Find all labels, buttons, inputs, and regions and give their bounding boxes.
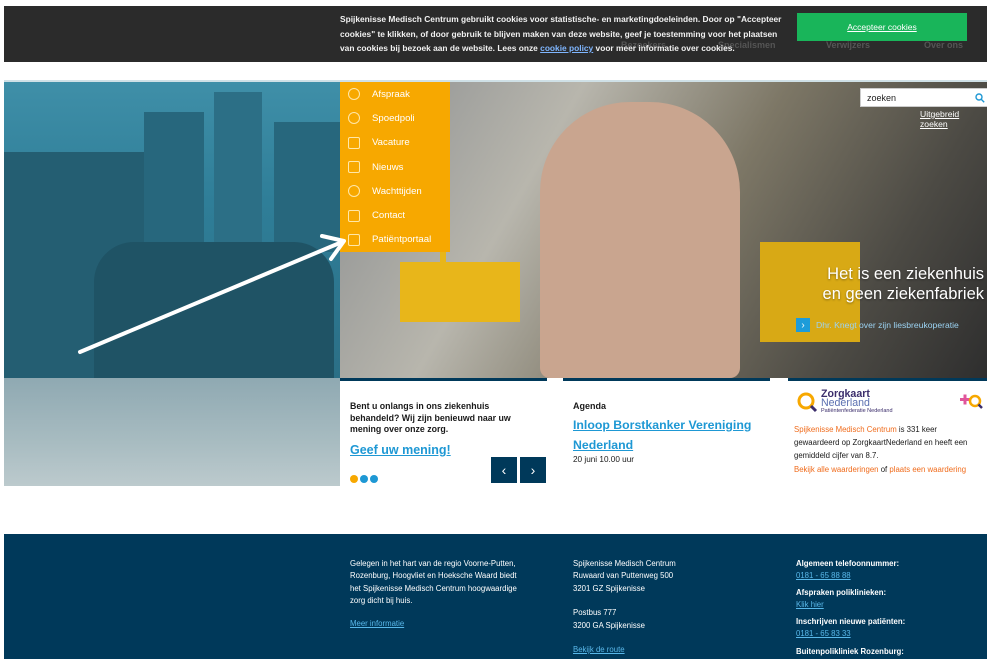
footer-address-street: Ruwaard van Puttenweg 500	[573, 571, 674, 581]
footer-about: Gelegen in het hart van de regio Voorne-…	[350, 558, 520, 630]
zorgkaart-link-join: of	[880, 465, 888, 474]
phone-label: Algemeen telefoonnummer:	[796, 559, 900, 568]
footer-postbus-city: 3200 GA Spijkenisse	[573, 620, 645, 630]
cookie-bar: Bezoekers Specialismen Verwijzers Over o…	[4, 6, 987, 62]
feedback-text: Bent u onlangs in ons ziekenhuis behande…	[350, 401, 511, 434]
nav-item-over-ons[interactable]: Over ons	[924, 40, 963, 50]
hero-banner: Afspraak Spoedpoli Vacature Nieuws Wacht…	[4, 82, 987, 378]
phone-link[interactable]: 0181 - 65 88 88	[796, 571, 851, 580]
footer-about-text: Gelegen in het hart van de regio Voorne-…	[350, 559, 517, 606]
footer-postbus: Postbus 777	[573, 608, 617, 618]
info-row-photo	[4, 378, 340, 486]
zorgkaart-links: Bekijk alle waarderingen of plaats een w…	[794, 465, 966, 474]
zorgkaart-plus-search-icon	[960, 394, 983, 409]
footer-address: Spijkenisse Medisch Centrum Ruwaard van …	[573, 558, 753, 656]
register-label: Inschrijven nieuwe patiënten:	[796, 617, 906, 627]
footer-address-city: 3201 GZ Spijkenisse	[573, 583, 645, 593]
place-review-link[interactable]: plaats een waardering	[889, 465, 966, 474]
zorgkaart-org-name: Spijkenisse Medisch Centrum	[794, 425, 897, 434]
nav-item-verwijzers[interactable]: Verwijzers	[826, 40, 870, 50]
annotation-arrow-icon	[78, 234, 346, 354]
carousel-prev-button[interactable]: ‹	[491, 457, 517, 483]
appointments-label: Afspraken poliklinieken:	[796, 588, 887, 598]
header-strip	[4, 62, 987, 82]
zorgkaart-text: Spijkenisse Medisch Centrum is 331 keer …	[794, 423, 984, 462]
zorgkaart-logo-title: Zorgkaart Nederland	[821, 388, 870, 409]
register-phone-link[interactable]: 0181 - 65 83 33	[796, 629, 851, 638]
carousel-dot[interactable]	[360, 475, 368, 483]
appointments-link[interactable]: Klik hier	[796, 600, 824, 609]
footer-address-name: Spijkenisse Medisch Centrum	[573, 559, 676, 568]
footer: Gelegen in het hart van de regio Voorne-…	[4, 534, 987, 659]
zorgkaart-pin-icon	[797, 392, 818, 413]
zorgkaart-logo: Zorgkaart Nederland Patiëntenfederatie Ne…	[796, 388, 893, 414]
feedback-card: Bent u onlangs in ons ziekenhuis behande…	[340, 378, 547, 486]
footer-contact: Algemeen telefoonnummer: 0181 - 65 88 88…	[796, 558, 986, 657]
cookie-policy-link[interactable]: cookie policy	[540, 43, 593, 53]
agenda-event-date: 20 juni 10.00 uur	[573, 455, 634, 464]
cookie-message: Spijkenisse Medisch Centrum gebruikt coo…	[340, 12, 792, 56]
agenda-event-link[interactable]: Inloop Borstkanker Vereniging Nederland	[573, 415, 763, 455]
give-feedback-link[interactable]: Geef uw mening!	[350, 443, 451, 457]
carousel-next-button[interactable]: ›	[520, 457, 546, 483]
view-all-reviews-link[interactable]: Bekijk alle waarderingen	[794, 465, 879, 474]
carousel-dots	[350, 475, 380, 483]
zorgkaart-logo-subtitle: Patiëntenfederatie Nederland	[821, 408, 893, 414]
carousel-dot[interactable]	[370, 475, 378, 483]
more-info-link[interactable]: Meer informatie	[350, 619, 404, 628]
info-row: Bent u onlangs in ons ziekenhuis behande…	[4, 378, 987, 486]
agenda-card: Agenda Inloop Borstkanker Vereniging Ned…	[563, 378, 770, 486]
outpatient-label: Buitenpolikliniek Rozenburg:	[796, 646, 904, 656]
cookie-text-part2: voor meer informatie over cookies.	[593, 43, 735, 53]
route-link[interactable]: Bekijk de route	[573, 645, 625, 654]
zorgkaart-card: Zorgkaart Nederland Patiëntenfederatie Ne…	[788, 378, 987, 486]
agenda-heading: Agenda	[573, 401, 607, 411]
carousel-dot[interactable]	[350, 475, 358, 483]
accept-cookies-button[interactable]: Accepteer cookies	[797, 13, 967, 41]
